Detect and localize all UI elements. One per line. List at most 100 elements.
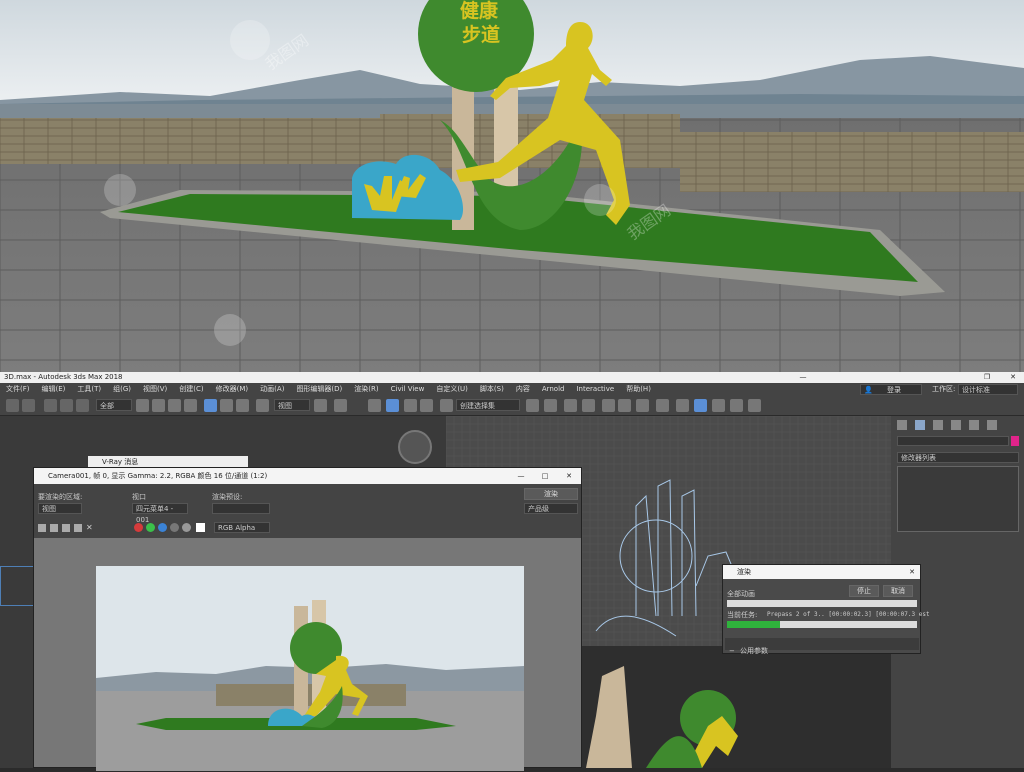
current-task-label: 当前任务: <box>727 611 758 619</box>
utilities-tab-icon[interactable] <box>987 420 997 430</box>
print-image-icon[interactable] <box>74 524 82 532</box>
scene-explorer-icon[interactable] <box>564 399 577 412</box>
render-area-dropdown[interactable]: 视图 <box>38 503 82 514</box>
menu-item-4[interactable]: 视图(V) <box>143 385 167 393</box>
select-manipulate-icon[interactable] <box>334 399 347 412</box>
menu-item-14[interactable]: Arnold <box>542 385 565 393</box>
minimize-button[interactable]: — <box>794 372 812 383</box>
render-canvas[interactable] <box>34 538 581 771</box>
place-icon[interactable] <box>256 399 269 412</box>
clear-icon[interactable]: ✕ <box>86 524 94 532</box>
rotate-icon[interactable] <box>220 399 233 412</box>
menu-item-7[interactable]: 动画(A) <box>260 385 284 393</box>
rendered-frame-window: Camera001, 帧 0, 显示 Gamma: 2.2, RGBA 颜色 1… <box>33 467 582 771</box>
mono-channel-toggle[interactable] <box>182 523 191 532</box>
activeshade-icon[interactable] <box>748 399 761 412</box>
menu-item-2[interactable]: 工具(T) <box>77 385 101 393</box>
reference-coord-dropdown[interactable]: 视图 <box>274 399 310 411</box>
render-button[interactable]: 渲染 <box>524 488 578 500</box>
mirror-icon[interactable] <box>526 399 539 412</box>
menu-item-8[interactable]: 图形编辑器(D) <box>296 385 342 393</box>
cancel-button[interactable]: 取消 <box>883 585 913 597</box>
object-name-field[interactable] <box>897 436 1009 446</box>
unlink-icon[interactable] <box>60 399 73 412</box>
menu-item-12[interactable]: 脚本(S) <box>480 385 504 393</box>
modifier-stack[interactable] <box>897 466 1019 532</box>
close-button[interactable]: ✕ <box>1004 372 1022 383</box>
rendered-frame-window-icon[interactable] <box>694 399 707 412</box>
select-object-icon[interactable] <box>136 399 149 412</box>
modify-tab-icon[interactable] <box>915 420 925 430</box>
viewport-dropdown[interactable]: 四元菜单4 - 001 <box>132 503 188 524</box>
region-select-icon[interactable] <box>168 399 181 412</box>
create-tab-icon[interactable] <box>897 420 907 430</box>
hierarchy-tab-icon[interactable] <box>933 420 943 430</box>
menu-item-9[interactable]: 渲染(R) <box>354 385 378 393</box>
menu-item-10[interactable]: Civil View <box>391 385 425 393</box>
menu-item-3[interactable]: 组(G) <box>113 385 131 393</box>
edit-named-selection-icon[interactable] <box>440 399 453 412</box>
bind-icon[interactable] <box>76 399 89 412</box>
menu-item-0[interactable]: 文件(F) <box>6 385 30 393</box>
save-image-icon[interactable] <box>38 524 46 532</box>
spinner-snap-icon[interactable] <box>420 399 433 412</box>
selection-filter-dropdown[interactable]: 全部 <box>96 399 132 411</box>
frame-close-button[interactable]: ✕ <box>562 468 576 484</box>
menu-item-16[interactable]: 帮助(H) <box>626 385 651 393</box>
snap-3d-icon[interactable] <box>368 399 381 412</box>
menu-item-5[interactable]: 创建(C) <box>179 385 203 393</box>
object-color-swatch[interactable] <box>1011 436 1019 446</box>
task-progress-bar <box>727 621 917 628</box>
redo-icon[interactable] <box>22 399 35 412</box>
swatch-icon[interactable] <box>196 523 205 532</box>
modifier-list-dropdown[interactable]: 修改器列表 <box>897 452 1019 463</box>
green-channel-toggle[interactable] <box>146 523 155 532</box>
layer-explorer-icon[interactable] <box>582 399 595 412</box>
maximize-button[interactable]: ❐ <box>978 372 996 383</box>
frame-minimize-button[interactable]: — <box>514 468 528 484</box>
menu-item-6[interactable]: 修改器(M) <box>216 385 249 393</box>
move-icon[interactable] <box>204 399 217 412</box>
menu-item-11[interactable]: 自定义(U) <box>436 385 468 393</box>
red-channel-toggle[interactable] <box>134 523 143 532</box>
motion-tab-icon[interactable] <box>951 420 961 430</box>
select-by-name-icon[interactable] <box>152 399 165 412</box>
alpha-channel-toggle[interactable] <box>170 523 179 532</box>
link-icon[interactable] <box>44 399 57 412</box>
window-crossing-icon[interactable] <box>184 399 197 412</box>
frame-maximize-button[interactable]: □ <box>538 468 552 484</box>
named-selection-dropdown[interactable]: 创建选择集 <box>456 399 520 411</box>
schematic-view-icon[interactable] <box>636 399 649 412</box>
total-progress-bar <box>727 600 917 607</box>
scale-icon[interactable] <box>236 399 249 412</box>
viewcube-icon[interactable] <box>398 430 432 464</box>
material-editor-icon[interactable] <box>656 399 669 412</box>
ribbon-icon[interactable] <box>602 399 615 412</box>
render-production-icon[interactable] <box>712 399 725 412</box>
menu-item-13[interactable]: 内容 <box>516 385 530 393</box>
clone-frame-icon[interactable] <box>62 524 70 532</box>
all-animation-label: 全部动画 <box>727 590 755 598</box>
pivot-icon[interactable] <box>314 399 327 412</box>
workspace-dropdown[interactable]: 设计标准 <box>958 384 1018 395</box>
menu-item-15[interactable]: Interactive <box>576 385 614 393</box>
display-tab-icon[interactable] <box>969 420 979 430</box>
render-preset-dropdown[interactable] <box>212 503 270 514</box>
undo-icon[interactable] <box>6 399 19 412</box>
curve-editor-icon[interactable] <box>618 399 631 412</box>
rollout-toggle-icon: − <box>729 647 735 655</box>
align-icon[interactable] <box>544 399 557 412</box>
angle-snap-icon[interactable] <box>386 399 399 412</box>
percent-snap-icon[interactable] <box>404 399 417 412</box>
menu-item-1[interactable]: 编辑(E) <box>42 385 66 393</box>
render-setup-icon[interactable] <box>676 399 689 412</box>
render-dialog-close-button[interactable]: ✕ <box>907 565 917 579</box>
production-dropdown[interactable]: 产品级 <box>524 503 578 514</box>
stop-button[interactable]: 停止 <box>849 585 879 597</box>
copy-image-icon[interactable] <box>50 524 58 532</box>
blue-channel-toggle[interactable] <box>158 523 167 532</box>
common-params-rollout[interactable]: − 公用参数 <box>725 638 919 655</box>
render-iterative-icon[interactable] <box>730 399 743 412</box>
channel-display-dropdown[interactable]: RGB Alpha <box>214 522 270 533</box>
login-dropdown[interactable]: 👤 登录 <box>860 384 922 395</box>
